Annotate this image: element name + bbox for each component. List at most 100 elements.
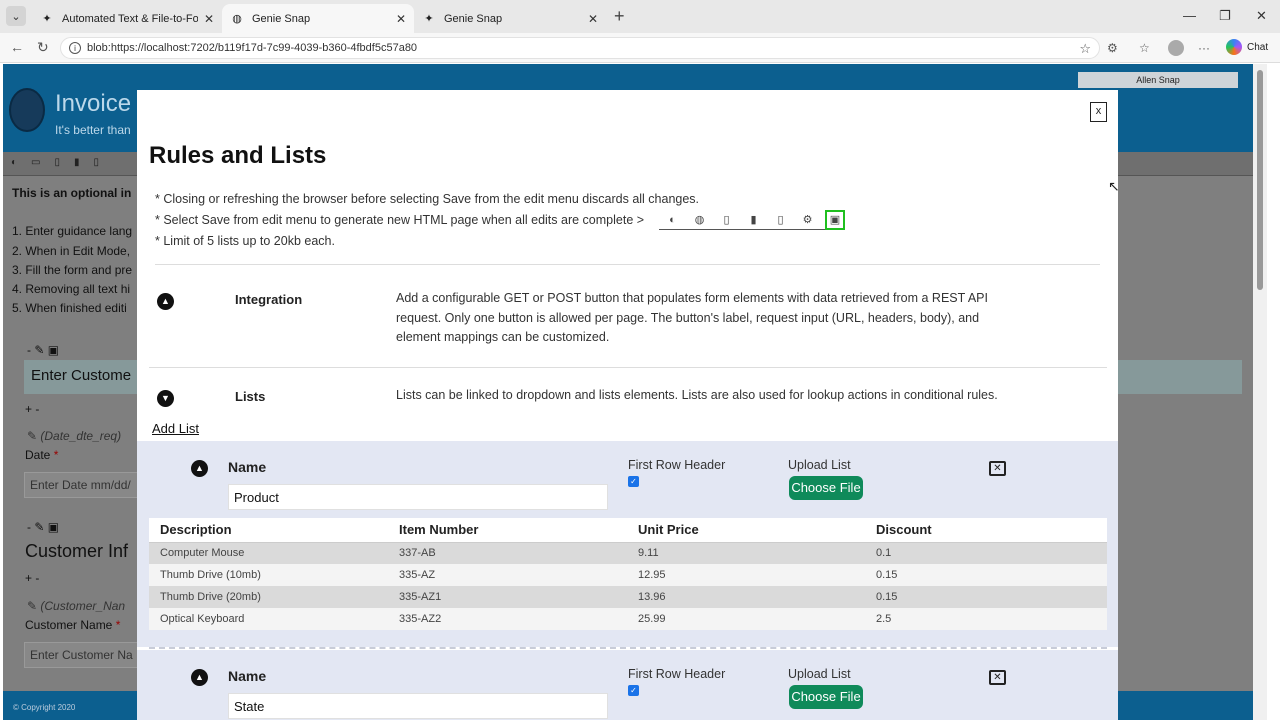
first-row-header-checkbox[interactable]: ✓	[628, 476, 639, 487]
date-tag-text: (Date_dte_req)	[40, 429, 122, 443]
address-bar-row: ← ↻ i blob:https://localhost:7202/b119f1…	[0, 33, 1280, 63]
url-text: blob:https://localhost:7202/b119f17d-7c9…	[87, 42, 418, 54]
customer-tag: ✎ (Customer_Nan	[27, 599, 126, 613]
section-edit-controls[interactable]: - ✎ ▣	[27, 343, 59, 357]
list-card-state: ▲ Name State First Row Header ✓ Upload L…	[137, 650, 1118, 720]
table-cell: Optical Keyboard	[149, 608, 388, 630]
customer-name-input[interactable]: Enter Customer Na	[24, 642, 144, 668]
section-edit-controls[interactable]: - ✎ ▣	[27, 520, 59, 534]
collapse-icon[interactable]: -	[27, 343, 31, 357]
table-cell: 0.15	[865, 586, 1107, 608]
tab-title: Genie Snap	[444, 12, 503, 25]
table-cell: 0.15	[865, 564, 1107, 586]
date-label-text: Date	[25, 448, 51, 462]
rules-and-lists-modal: x Rules and Lists * Closing or refreshin…	[137, 90, 1118, 720]
image-icon[interactable]: ▭	[31, 157, 40, 168]
profile-avatar[interactable]	[1168, 40, 1184, 56]
chat-label: Chat	[1247, 41, 1269, 53]
table-cell: 13.96	[627, 586, 865, 608]
first-row-header-label: First Row Header	[628, 667, 726, 681]
table-header-row: Description Item Number Unit Price Disco…	[149, 518, 1107, 543]
first-row-header-checkbox[interactable]: ✓	[628, 685, 639, 696]
close-tab-icon[interactable]: ✕	[396, 12, 406, 26]
new-tab-icon[interactable]: +	[614, 6, 625, 27]
minimize-icon[interactable]: —	[1183, 8, 1196, 23]
more-options-icon[interactable]: ···	[1198, 41, 1210, 55]
palette-icon[interactable]: ◐	[11, 157, 17, 168]
note-save: * Select Save from edit menu to generate…	[155, 213, 645, 227]
table-cell: 12.95	[627, 564, 865, 586]
delete-list-icon[interactable]: ✕	[989, 461, 1006, 476]
choose-file-button[interactable]: Choose File	[789, 476, 863, 500]
window-close-icon[interactable]: ✕	[1256, 8, 1267, 24]
restore-icon[interactable]: ❐	[1219, 8, 1231, 24]
table-cell: 9.11	[627, 542, 865, 564]
refresh-icon[interactable]: ↻	[37, 39, 49, 56]
date-input[interactable]: Enter Date mm/dd/	[24, 472, 144, 498]
modal-close-button[interactable]: x	[1090, 102, 1107, 122]
note-limit: * Limit of 5 lists up to 20kb each.	[155, 234, 335, 248]
user-name: Allen Snap	[1078, 72, 1238, 88]
lists-toggle-icon[interactable]: ▼	[157, 390, 174, 407]
step-2: 2. When in Edit Mode,	[12, 244, 131, 258]
page-scrollbar[interactable]	[1253, 64, 1267, 720]
scroll-thumb[interactable]	[1257, 70, 1263, 290]
choose-file-button[interactable]: Choose File	[789, 685, 863, 709]
integration-toggle-icon[interactable]: ▲	[157, 293, 174, 310]
tab-bar: ⌄ ✦ Automated Text & File-to-Form Sc ✕ ◍…	[0, 0, 1280, 33]
table-row: Optical Keyboard 335-AZ2 25.99 2.5	[149, 608, 1107, 630]
table-cell: 337-AB	[388, 542, 627, 564]
browser-tab-2[interactable]: ◍ Genie Snap ✕	[222, 4, 414, 33]
table-cell: 0.1	[865, 542, 1107, 564]
add-remove-controls[interactable]: + -	[25, 571, 39, 585]
tablet-icon[interactable]: ▮	[74, 157, 80, 168]
palette-icon: ◐	[669, 213, 676, 226]
document-icon[interactable]: ▯	[94, 157, 100, 168]
tab-title: Automated Text & File-to-Form Sc	[62, 12, 198, 25]
edit-menu-preview: ◐ ◍ ▯ ▮ ▯ ⚙ ▣	[659, 209, 845, 230]
document-icon: ▯	[777, 214, 784, 226]
table-cell: 25.99	[627, 608, 865, 630]
close-tab-icon[interactable]: ✕	[204, 12, 214, 26]
column-header: Unit Price	[627, 518, 865, 543]
page-subtitle: It's better than	[55, 123, 131, 137]
tab-title: Genie Snap	[252, 12, 311, 25]
extensions-icon[interactable]: ⚙	[1107, 41, 1118, 55]
customer-name-label: Customer Name *	[25, 618, 120, 632]
list-name-input[interactable]: Product	[228, 484, 608, 510]
list-name-input[interactable]: State	[228, 693, 608, 719]
lists-label: Lists	[235, 389, 266, 404]
add-list-link[interactable]: Add List	[152, 421, 199, 436]
table-cell: 335-AZ2	[388, 608, 627, 630]
copilot-chat-button[interactable]: Chat	[1226, 39, 1268, 55]
page-title: Invoice	[55, 90, 132, 117]
list-separator	[149, 647, 1107, 649]
customer-info-heading: Customer Inf	[25, 541, 129, 561]
column-header: Item Number	[388, 518, 627, 543]
delete-list-icon[interactable]: ✕	[989, 670, 1006, 685]
clipboard-icon[interactable]: ▯	[55, 157, 61, 168]
lists-description: Lists can be linked to dropdown and list…	[396, 388, 998, 402]
add-remove-controls[interactable]: + -	[25, 402, 39, 416]
tab-actions-menu-button[interactable]: ⌄	[6, 6, 26, 26]
back-icon[interactable]: ←	[10, 39, 24, 55]
url-field[interactable]: i blob:https://localhost:7202/b119f17d-7…	[60, 37, 1100, 59]
collapse-list-icon[interactable]: ▲	[191, 460, 208, 477]
divider	[149, 367, 1107, 368]
step-1: 1. Enter guidance lang	[12, 224, 133, 238]
collapse-list-icon[interactable]: ▲	[191, 669, 208, 686]
favorite-star-icon[interactable]: ☆	[1079, 41, 1091, 57]
favorites-icon[interactable]: ☆	[1139, 41, 1150, 55]
browser-tab-3[interactable]: ✦ Genie Snap ✕	[414, 4, 606, 33]
step-3: 3. Fill the form and pre	[12, 263, 133, 277]
browser-tab-1[interactable]: ✦ Automated Text & File-to-Form Sc ✕	[32, 4, 222, 33]
site-info-icon[interactable]: i	[69, 42, 81, 54]
genie-favicon-icon: ✦	[42, 13, 52, 25]
first-row-header-label: First Row Header	[628, 458, 726, 472]
list-name-label: Name	[228, 459, 267, 475]
date-label: Date *	[25, 448, 58, 462]
collapse-icon[interactable]: -	[27, 520, 31, 534]
close-tab-icon[interactable]: ✕	[588, 12, 598, 26]
customer-name-label-text: Customer Name	[25, 618, 113, 632]
genie-favicon-icon: ✦	[424, 13, 434, 25]
